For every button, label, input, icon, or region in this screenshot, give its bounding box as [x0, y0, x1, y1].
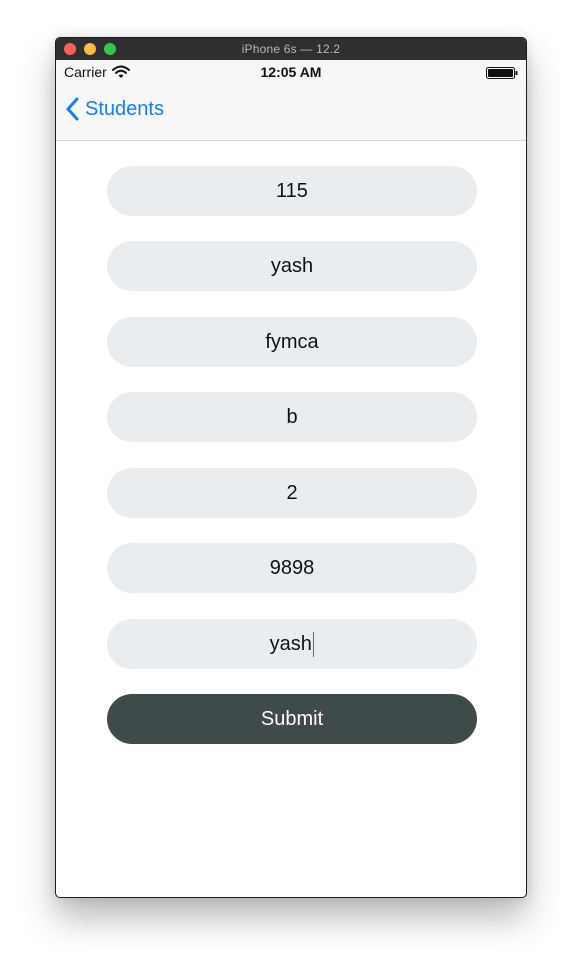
field-value: 2 [286, 481, 298, 504]
field-value: yash [269, 632, 312, 655]
roll-number-field[interactable]: 115 [107, 166, 477, 216]
simulator-window: iPhone 6s — 12.2 Carrier 12:05 AM Studen… [55, 37, 527, 898]
class-field[interactable]: fymca [107, 317, 477, 367]
window-controls [64, 43, 116, 55]
field-value: yash [270, 254, 314, 277]
status-bar: Carrier 12:05 AM [56, 60, 526, 84]
chevron-left-icon [66, 97, 79, 121]
close-window-button[interactable] [64, 43, 76, 55]
minimize-window-button[interactable] [84, 43, 96, 55]
window-title: iPhone 6s — 12.2 [241, 42, 341, 56]
submit-button[interactable]: Submit [107, 694, 477, 744]
division-field[interactable]: b [107, 392, 477, 442]
field-value: 9898 [269, 556, 315, 579]
name-field[interactable]: yash [107, 241, 477, 291]
battery-icon [486, 67, 518, 79]
navigation-bar: Students [56, 84, 526, 141]
field-value: 115 [276, 179, 308, 202]
text-field-focused[interactable]: yash [107, 619, 477, 669]
field-value: fymca [265, 330, 319, 353]
screen: iPhone 6s — 12.2 Carrier 12:05 AM Studen… [0, 0, 583, 972]
batch-field[interactable]: 2 [107, 468, 477, 518]
maximize-window-button[interactable] [104, 43, 116, 55]
back-button[interactable]: Students [65, 97, 164, 121]
status-time: 12:05 AM [260, 64, 322, 80]
field-value: b [286, 405, 298, 428]
back-button-label: Students [85, 97, 164, 120]
phone-field[interactable]: 9898 [107, 543, 477, 593]
text-cursor [312, 631, 315, 657]
window-titlebar: iPhone 6s — 12.2 [56, 38, 526, 60]
submit-button-label: Submit [260, 707, 324, 730]
